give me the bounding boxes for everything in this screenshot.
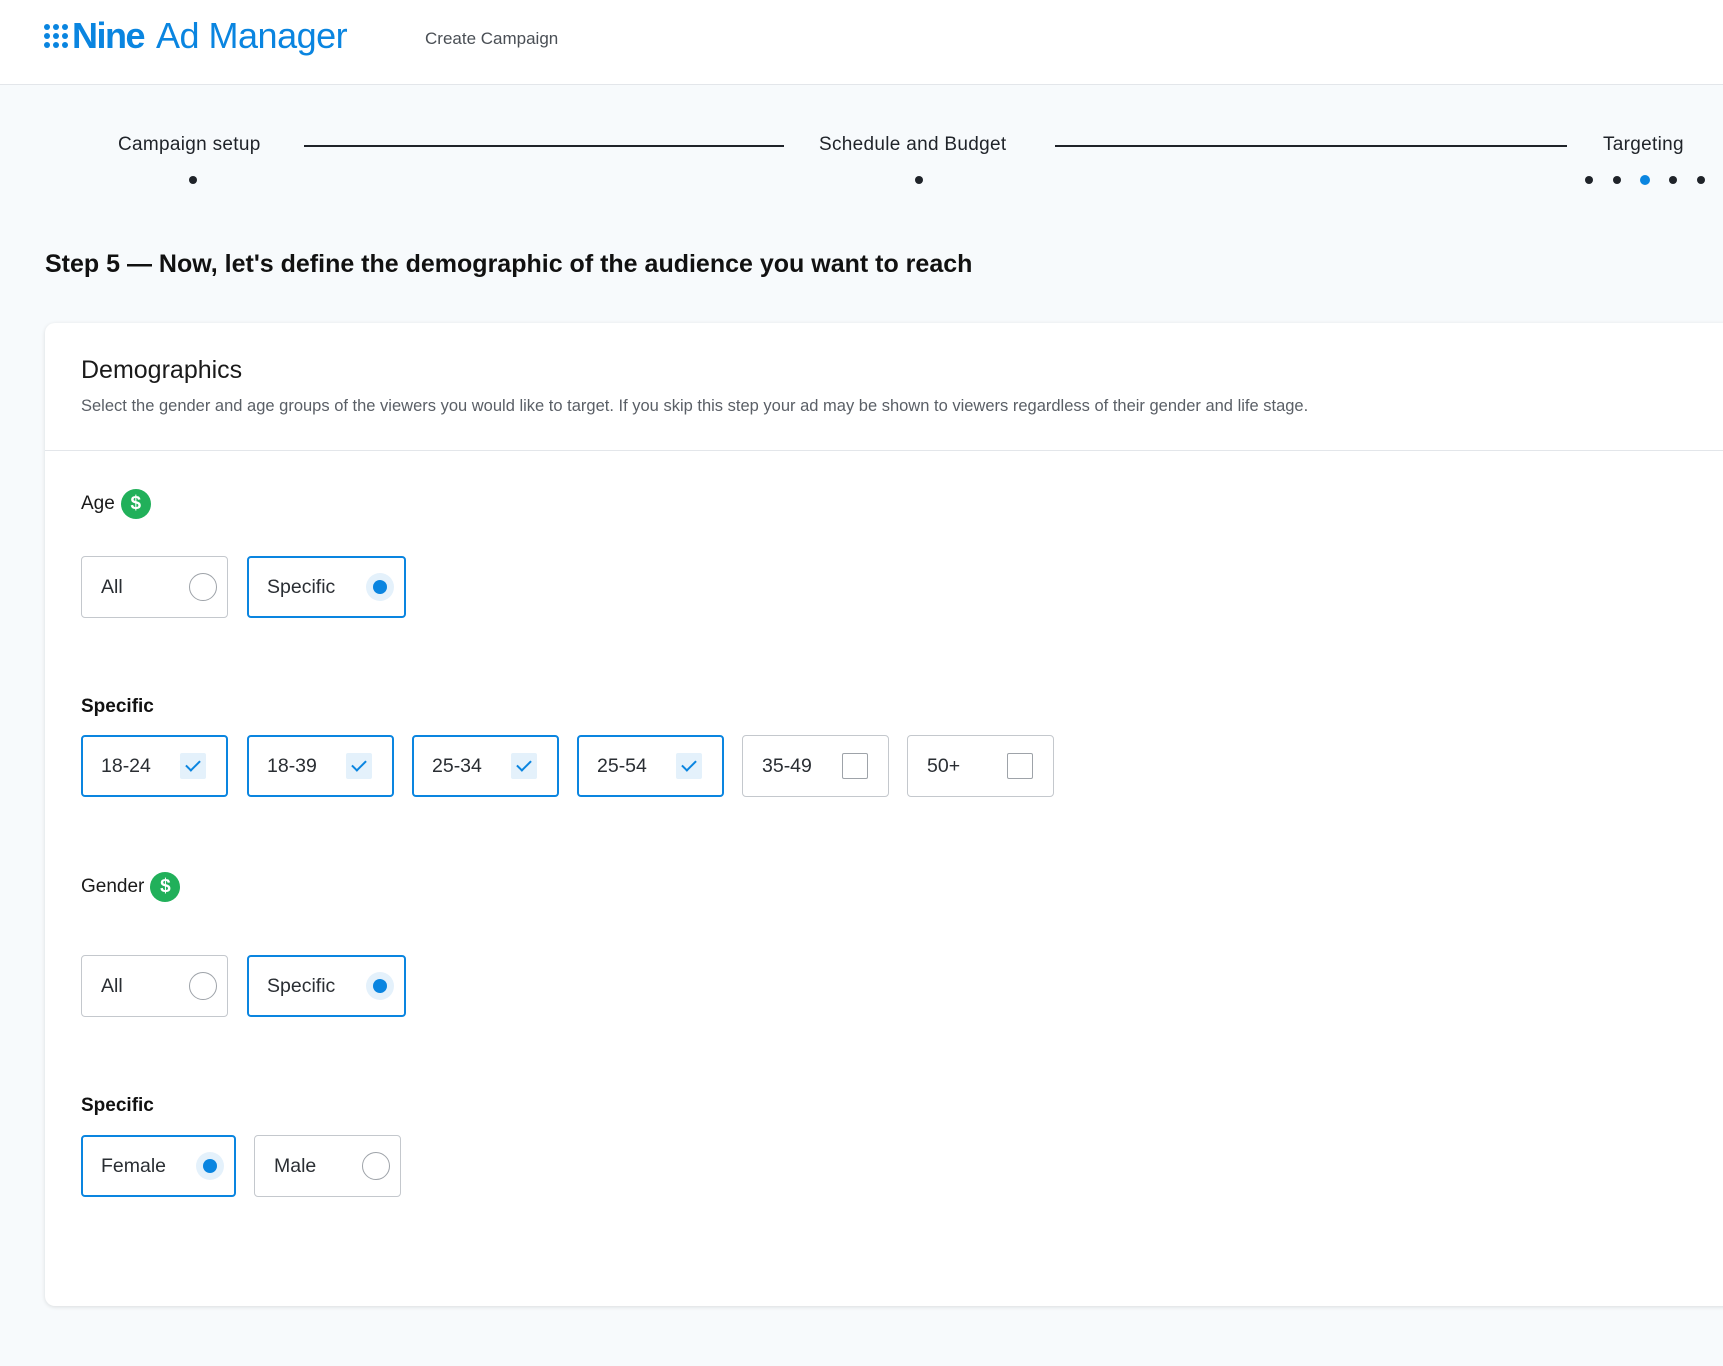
age-specific-option[interactable]: Specific — [247, 556, 406, 618]
gender-specific-option[interactable]: Specific — [247, 955, 406, 1017]
checkbox-checked-icon[interactable] — [346, 753, 372, 779]
age-group-25-54[interactable]: 25-54 — [577, 735, 724, 797]
header-breadcrumb: Create Campaign — [425, 29, 559, 48]
age-group-18-39[interactable]: 18-39 — [247, 735, 394, 797]
radio-icon[interactable] — [362, 1152, 390, 1180]
targeting-substep-dot — [1697, 176, 1705, 184]
targeting-substep-dot — [1585, 176, 1593, 184]
age-group-25-34[interactable]: 25-34 — [412, 735, 559, 797]
step-targeting[interactable]: Targeting — [1603, 134, 1684, 156]
step-schedule-budget[interactable]: Schedule and Budget — [819, 134, 1006, 156]
radio-selected-icon[interactable] — [366, 573, 394, 601]
dollar-icon: $ — [120, 489, 151, 519]
nine-ad-manager-logo[interactable]: Nine Ad Manager — [44, 14, 348, 58]
gender-label: Gender $ — [81, 872, 181, 902]
demographics-card: Demographics Select the gender and age g… — [45, 323, 1723, 1306]
targeting-substep-dot-active — [1640, 175, 1650, 185]
step-connector-line — [1055, 145, 1567, 147]
checkbox-checked-icon[interactable] — [511, 753, 537, 779]
top-bar: Nine Ad Manager Create Campaign — [0, 0, 1723, 85]
targeting-substep-dot — [1669, 176, 1677, 184]
logo-product-text: Ad Manager — [156, 15, 348, 56]
radio-selected-icon[interactable] — [196, 1152, 224, 1180]
age-group-50-plus[interactable]: 50+ — [907, 735, 1054, 797]
checkbox-icon[interactable] — [842, 753, 868, 779]
gender-male-option[interactable]: Male — [254, 1135, 401, 1197]
age-specific-label: Specific — [81, 696, 154, 717]
card-header: Demographics Select the gender and age g… — [45, 323, 1723, 451]
checkbox-checked-icon[interactable] — [676, 753, 702, 779]
age-all-option[interactable]: All — [81, 556, 228, 618]
step-schedule-budget-dot — [915, 176, 923, 184]
age-group-35-49[interactable]: 35-49 — [742, 735, 889, 797]
nine-dots-icon — [44, 24, 68, 48]
step-campaign-setup-dot — [189, 176, 197, 184]
gender-female-option[interactable]: Female — [81, 1135, 236, 1197]
gender-specific-label: Specific — [81, 1095, 154, 1116]
checkbox-checked-icon[interactable] — [180, 753, 206, 779]
targeting-substep-dot — [1613, 176, 1621, 184]
page-title: Step 5 — Now, let's define the demograph… — [45, 250, 973, 278]
card-title: Demographics — [81, 356, 243, 384]
radio-selected-icon[interactable] — [366, 972, 394, 1000]
dollar-icon: $ — [150, 872, 181, 902]
age-label: Age $ — [81, 489, 151, 519]
age-group-18-24[interactable]: 18-24 — [81, 735, 228, 797]
checkbox-icon[interactable] — [1007, 753, 1033, 779]
radio-icon[interactable] — [189, 573, 217, 601]
radio-icon[interactable] — [189, 972, 217, 1000]
step-campaign-setup[interactable]: Campaign setup — [118, 134, 261, 156]
card-description: Select the gender and age groups of the … — [81, 397, 1309, 415]
step-connector-line — [304, 145, 784, 147]
logo-nine-text: Nine — [72, 15, 146, 56]
gender-all-option[interactable]: All — [81, 955, 228, 1017]
